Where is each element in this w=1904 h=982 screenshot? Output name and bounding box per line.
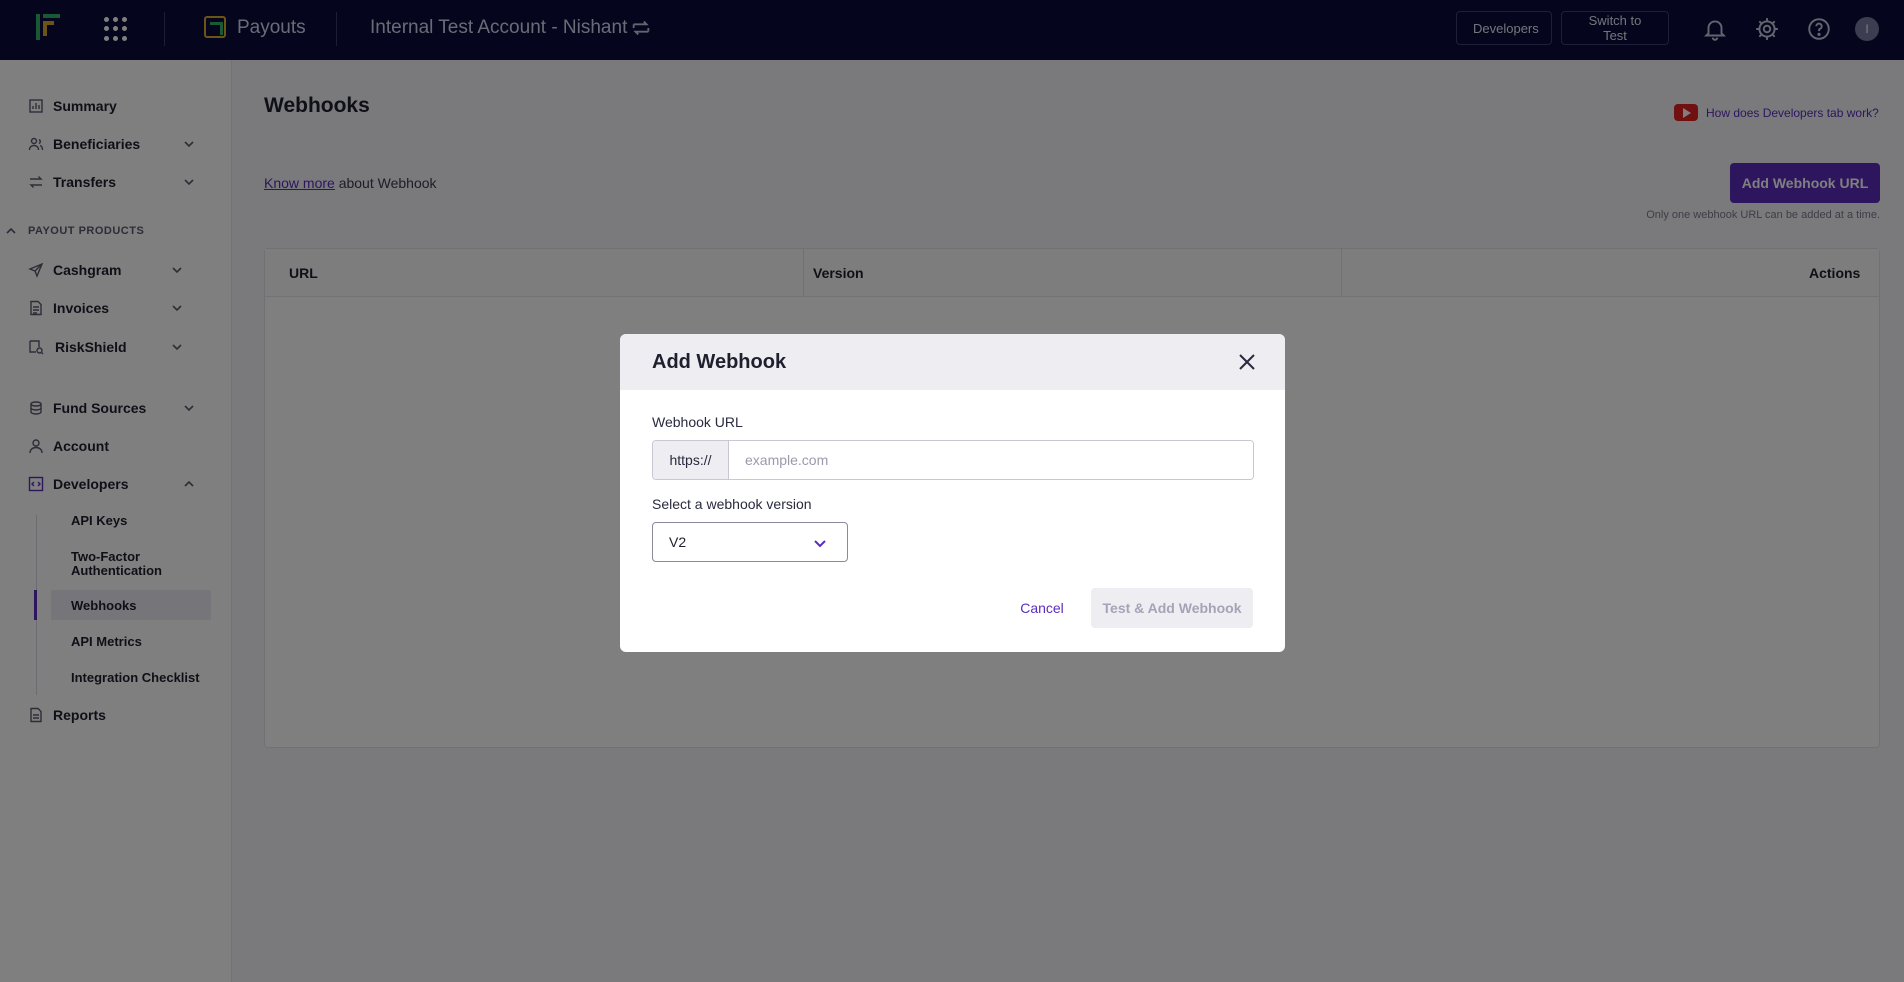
test-and-add-webhook-button[interactable]: Test & Add Webhook [1091, 588, 1253, 628]
dialog-title: Add Webhook [652, 351, 787, 373]
selected-version: V2 [669, 534, 687, 550]
close-icon[interactable] [1235, 350, 1259, 374]
webhook-version-select[interactable]: V2 [652, 522, 848, 562]
dialog-header: Add Webhook [620, 334, 1285, 390]
webhook-version-label: Select a webhook version [652, 496, 812, 512]
cancel-button[interactable]: Cancel [1012, 588, 1072, 628]
chevron-down-icon [814, 540, 826, 548]
webhook-url-label: Webhook URL [652, 414, 743, 430]
webhook-url-group: https:// [652, 440, 1254, 480]
webhook-url-input[interactable] [730, 441, 1253, 479]
add-webhook-dialog: Add Webhook Webhook URL https:// Select … [620, 334, 1285, 652]
url-prefix: https:// [653, 441, 729, 479]
